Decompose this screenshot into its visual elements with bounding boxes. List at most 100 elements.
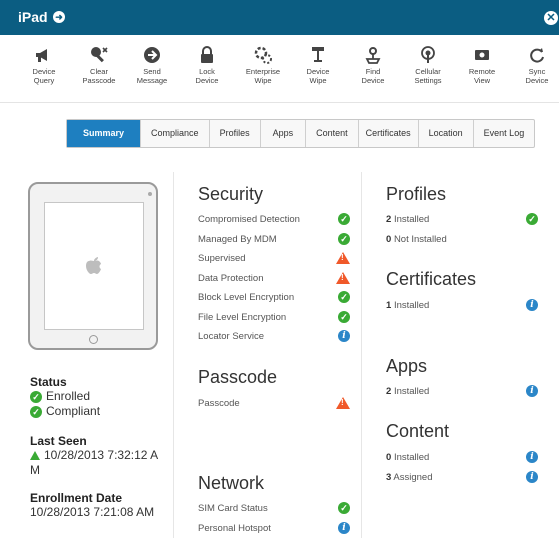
column-divider xyxy=(361,172,362,538)
tab-bar: Summary Compliance Profiles Apps Content… xyxy=(66,119,536,148)
security-row: Locator Service i xyxy=(198,328,350,344)
remote-view-button[interactable]: Remote View xyxy=(455,44,509,85)
network-row: SIM Card Status ✓ xyxy=(198,500,350,516)
info-icon[interactable]: i xyxy=(526,385,538,397)
passcode-row: Passcode xyxy=(198,395,350,411)
ok-check-icon: ✓ xyxy=(338,233,350,245)
content-installed-label: Installed xyxy=(393,451,430,463)
network-row: Personal Hotspot i xyxy=(198,520,350,536)
title-arrow-icon[interactable]: ➜ xyxy=(53,11,65,23)
ok-check-icon: ✓ xyxy=(526,213,538,225)
passcode-item-label: Passcode xyxy=(198,397,240,409)
warning-icon xyxy=(336,397,350,409)
last-seen-line1: 10/28/2013 7:32:12 A xyxy=(44,448,159,462)
certificates-installed-count: 1 xyxy=(386,299,392,311)
apps-title: Apps xyxy=(386,356,428,376)
key-clear-icon xyxy=(72,44,126,66)
profiles-installed-row[interactable]: 2 Installed ✓ xyxy=(386,211,538,227)
cellular-settings-button[interactable]: Cellular Settings xyxy=(401,44,455,85)
home-button-icon xyxy=(89,335,98,344)
close-icon[interactable]: ✕ xyxy=(544,11,558,25)
passcode-title: Passcode xyxy=(198,367,278,387)
tab-summary[interactable]: Summary xyxy=(67,120,142,147)
tab-event-log[interactable]: Event Log xyxy=(474,120,535,147)
sync-device-label-2: Device xyxy=(525,75,549,85)
certificates-installed-label: Installed xyxy=(393,299,430,311)
tab-apps[interactable]: Apps xyxy=(261,120,307,147)
apps-installed-row[interactable]: 2 Installed i xyxy=(386,383,538,399)
certificates-title: Certificates xyxy=(386,269,477,289)
ok-check-icon: ✓ xyxy=(338,311,350,323)
network-item-label: Personal Hotspot xyxy=(198,522,271,534)
device-wipe-button[interactable]: Device Wipe xyxy=(291,44,345,85)
security-row: Compromised Detection ✓ xyxy=(198,211,350,227)
certificates-installed-row[interactable]: 1 Installed i xyxy=(386,297,538,313)
remote-view-icon xyxy=(455,44,509,66)
content-installed-row[interactable]: 0 Installed i xyxy=(386,449,538,465)
apps-installed-count: 2 xyxy=(386,385,392,397)
sync-device-button[interactable]: Sync Device xyxy=(510,44,559,85)
status-block: Status ✓ Enrolled ✓ Compliant xyxy=(30,375,170,419)
enterprise-wipe-button[interactable]: Enterprise Wipe xyxy=(236,44,290,85)
profiles-installed-count: 2 xyxy=(386,213,392,225)
clear-passcode-button[interactable]: Clear Passcode xyxy=(72,44,126,85)
security-item-label: Locator Service xyxy=(198,330,265,342)
security-item-label: Managed By MDM xyxy=(198,233,277,245)
window-title: iPad xyxy=(18,9,48,25)
warning-icon xyxy=(336,272,350,284)
apps-installed-label: Installed xyxy=(393,385,430,397)
tab-compliance[interactable]: Compliance xyxy=(141,120,210,147)
security-item-label: Compromised Detection xyxy=(198,213,300,225)
lock-device-button[interactable]: Lock Device xyxy=(180,44,234,85)
status-label: Status xyxy=(30,375,67,389)
last-seen-value: 10/28/2013 7:32:12 A xyxy=(30,448,170,463)
tab-profiles[interactable]: Profiles xyxy=(210,120,261,147)
wipe-icon xyxy=(291,44,345,66)
ipad-screen xyxy=(44,202,144,330)
remote-view-label-2: View xyxy=(473,75,491,85)
up-arrow-icon xyxy=(30,451,40,460)
profiles-installed-label: Installed xyxy=(393,213,430,225)
warning-icon xyxy=(336,252,350,264)
send-arrow-icon xyxy=(125,44,179,66)
info-icon[interactable]: i xyxy=(338,522,350,534)
ok-check-icon: ✓ xyxy=(338,213,350,225)
window-titlebar: iPad ➜ ✕ xyxy=(0,0,559,35)
device-query-button[interactable]: Device Query xyxy=(17,44,71,85)
profiles-not-installed-row[interactable]: 0 Not Installed xyxy=(386,231,538,247)
clear-passcode-label-2: Passcode xyxy=(82,75,116,85)
find-device-button[interactable]: Find Device xyxy=(346,44,400,85)
network-item-label: SIM Card Status xyxy=(198,502,268,514)
last-seen-line2: M xyxy=(30,463,40,477)
enrollment-value: 10/28/2013 7:21:08 AM xyxy=(30,505,155,519)
tab-location[interactable]: Location xyxy=(419,120,474,147)
security-row: Data Protection xyxy=(198,270,350,286)
find-icon xyxy=(346,44,400,66)
enterprise-wipe-icon xyxy=(236,44,290,66)
enterprise-wipe-label-2: Wipe xyxy=(254,75,272,85)
info-icon[interactable]: i xyxy=(338,330,350,342)
content-assigned-row[interactable]: 3 Assigned i xyxy=(386,469,538,485)
last-seen-block: Last Seen 10/28/2013 7:32:12 A M xyxy=(30,434,170,478)
info-icon[interactable]: i xyxy=(526,299,538,311)
content-title: Content xyxy=(386,421,450,441)
content-assigned-label: Assigned xyxy=(393,471,433,483)
find-device-label-2: Device xyxy=(361,75,385,85)
profiles-not-installed-label: Not Installed xyxy=(393,233,447,245)
last-seen-label: Last Seen xyxy=(30,434,87,448)
lock-icon xyxy=(180,44,234,66)
lock-device-label-2: Device xyxy=(195,75,219,85)
security-item-label: File Level Encryption xyxy=(198,311,287,323)
check-icon: ✓ xyxy=(30,405,42,418)
column-divider xyxy=(173,172,174,538)
info-icon[interactable]: i xyxy=(526,451,538,463)
tab-certificates[interactable]: Certificates xyxy=(359,120,419,147)
ok-check-icon: ✓ xyxy=(338,502,350,514)
info-icon[interactable]: i xyxy=(526,471,538,483)
profiles-not-installed-count: 0 xyxy=(386,233,392,245)
send-message-label-2: Message xyxy=(136,75,168,85)
ipad-illustration xyxy=(28,182,158,350)
content-assigned-count: 3 xyxy=(386,471,392,483)
send-message-button[interactable]: Send Message xyxy=(125,44,179,85)
tab-content[interactable]: Content xyxy=(306,120,359,147)
